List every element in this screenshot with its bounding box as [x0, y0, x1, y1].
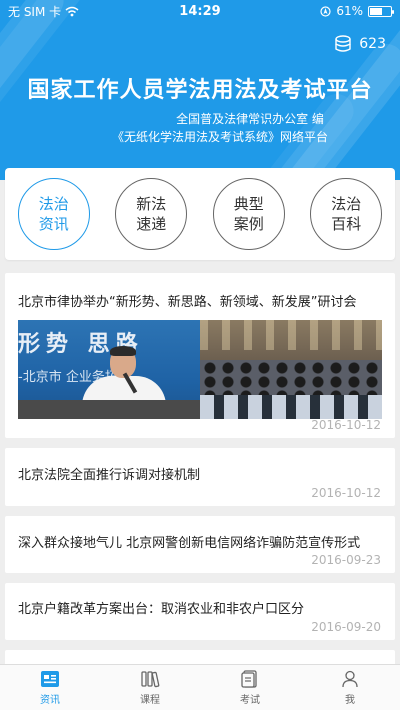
points-counter[interactable]: 623	[333, 34, 386, 54]
bottom-tab-bar: 资讯 课程 考试 我	[0, 664, 400, 710]
person-icon	[342, 670, 358, 687]
category-new-laws[interactable]: 新法速递	[115, 178, 188, 250]
tab-label: 考试	[240, 694, 260, 706]
news-item[interactable]: 北京法院全面推行诉调对接机制 2016-10-12	[5, 448, 395, 506]
battery-level	[370, 7, 383, 15]
news-title: 北京法院全面推行诉调对接机制	[18, 468, 201, 483]
news-title: 北京市律协举办“新形势、新思路、新领域、新发展”研讨会	[18, 295, 357, 310]
category-typical-cases[interactable]: 典型案例	[212, 178, 285, 250]
tab-label: 资讯	[40, 694, 60, 706]
tab-label: 我	[345, 694, 355, 706]
news-title: 北京户籍改革方案出台：取消农业和非农户口区分	[18, 602, 305, 617]
news-date: 2016-10-12	[311, 486, 381, 500]
battery-icon	[368, 5, 394, 17]
subtitle-platform: 《无纸化学法用法及考试系统》网络平台	[111, 130, 328, 144]
page-title: 国家工作人员学法用法及考试平台	[27, 78, 373, 103]
points-value: 623	[359, 36, 386, 52]
news-date: 2016-09-20	[311, 620, 381, 634]
news-date: 2016-10-12	[311, 418, 381, 432]
news-title: 深入群众接地气儿 北京网警创新电信网络诈骗防范宣传形式	[18, 536, 361, 551]
category-legal-encyclopedia[interactable]: 法治百科	[310, 178, 383, 250]
tab-exam[interactable]: 考试	[200, 665, 300, 710]
category-card: 法治资讯 新法速递 典型案例 法治百科	[5, 168, 395, 260]
news-item[interactable]: 北京户籍改革方案出台：取消农业和非农户口区分 2016-09-20	[5, 583, 395, 640]
location-icon	[320, 5, 331, 17]
status-bar: 无 SIM 卡 14:29 61%	[0, 0, 400, 22]
news-photo-speaker: 形势 思路 -北京市 企业务拓	[18, 320, 200, 419]
subtitle-editor: 全国普及法律常识办公室 编	[176, 112, 324, 126]
battery-percent: 61%	[336, 4, 363, 18]
carrier-label: 无 SIM 卡	[8, 4, 62, 19]
tab-me[interactable]: 我	[300, 665, 400, 710]
wifi-icon	[65, 6, 79, 16]
header-banner: 无 SIM 卡 14:29 61% 623 国家工作人员学法用法及考试平台 全国…	[0, 0, 400, 180]
tab-courses[interactable]: 课程	[100, 665, 200, 710]
exam-icon	[241, 669, 257, 688]
books-icon	[141, 670, 160, 687]
tab-news[interactable]: 资讯	[0, 665, 100, 710]
news-item[interactable]: 北京市律协举办“新形势、新思路、新领域、新发展”研讨会 形势 思路 -北京市 企…	[5, 273, 395, 438]
news-date: 2016-09-23	[311, 553, 381, 567]
category-legal-news[interactable]: 法治资讯	[17, 178, 90, 250]
news-photo-audience	[200, 320, 382, 419]
coins-icon	[335, 35, 351, 52]
tab-label: 课程	[140, 694, 160, 706]
news-icon	[41, 670, 59, 687]
news-item[interactable]: 深入群众接地气儿 北京网警创新电信网络诈骗防范宣传形式 2016-09-23	[5, 516, 395, 573]
